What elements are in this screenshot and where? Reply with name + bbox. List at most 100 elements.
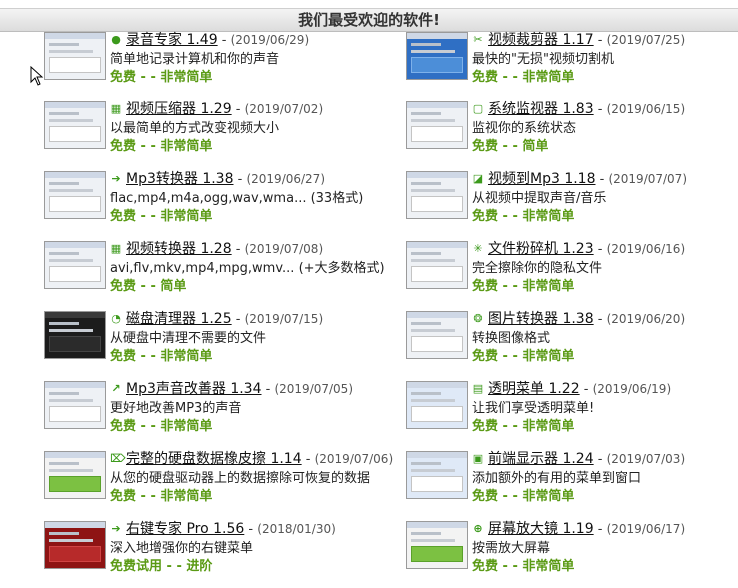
disk-clean-icon: ◔ [111, 312, 121, 325]
eraser-icon: ⌦ [110, 452, 126, 465]
software-screenshot[interactable] [406, 241, 468, 289]
software-link[interactable]: 视频转换器 1.28 [126, 241, 232, 257]
software-screenshot[interactable] [44, 381, 106, 429]
price-difficulty: 免费 - - 非常简单 [472, 279, 575, 294]
software-title: 屏幕放大镜 1.19 - (2019/06/17) [488, 521, 686, 537]
software-screenshot[interactable] [406, 311, 468, 359]
software-item: ● 录音专家 1.49 - (2019/06/29) 简单地记录计算机和你的声音 免费… [44, 32, 404, 98]
software-link[interactable]: 右键专家 Pro 1.56 [126, 521, 244, 537]
software-screenshot[interactable] [44, 311, 106, 359]
monitor-icon: ▢ [472, 102, 484, 115]
software-link[interactable]: 文件粉碎机 1.23 [488, 241, 594, 257]
shred-icon: ✳ [473, 242, 483, 255]
software-screenshot[interactable] [406, 32, 468, 80]
software-screenshot[interactable] [44, 451, 106, 499]
image-convert-icon: ❂ [473, 312, 483, 325]
software-title: 文件粉碎机 1.23 - (2019/06/16) [488, 241, 686, 257]
release-date: (2018/01/30) [257, 522, 336, 536]
software-description: 从硬盘中清理不需要的文件 [110, 331, 267, 346]
software-link[interactable]: Mp3转换器 1.38 [126, 171, 234, 187]
cut-icon: ✂ [473, 33, 483, 46]
software-title: 前端显示器 1.24 - (2019/07/03) [488, 451, 686, 467]
release-date: (2019/07/08) [244, 242, 324, 256]
price-difficulty: 免费 - - 非常简单 [110, 70, 213, 85]
software-item: ➔ Mp3转换器 1.38 - (2019/06/27) flac,mp4,m4a,… [44, 171, 404, 237]
release-date: (2019/07/06) [314, 452, 394, 466]
software-description: 从您的硬盘驱动器上的数据擦除可恢复的数据 [110, 471, 371, 486]
price-difficulty: 免费 - - 简单 [472, 139, 549, 154]
software-screenshot[interactable] [44, 101, 106, 149]
price-difficulty: 免费 - - 非常简单 [472, 349, 575, 364]
release-date: (2019/06/29) [230, 33, 310, 47]
software-link[interactable]: 视频裁剪器 1.17 [488, 32, 594, 48]
price-difficulty: 免费 - - 非常简单 [110, 419, 213, 434]
price-difficulty: 免费 - - 非常简单 [110, 489, 213, 504]
right-click-icon: ➔ [111, 522, 121, 535]
software-screenshot[interactable] [44, 521, 106, 569]
software-link[interactable]: 磁盘清理器 1.25 [126, 311, 232, 327]
software-link[interactable]: 视频到Mp3 1.18 [488, 171, 596, 187]
software-description: flac,mp4,m4a,ogg,wav,wma... (33格式) [110, 191, 364, 206]
software-link[interactable]: Mp3声音改善器 1.34 [126, 381, 262, 397]
software-title: 系统监视器 1.83 - (2019/06/15) [488, 101, 686, 117]
software-link[interactable]: 视频压缩器 1.29 [126, 101, 232, 117]
software-screenshot[interactable] [406, 171, 468, 219]
software-title: Mp3声音改善器 1.34 - (2019/07/05) [126, 381, 353, 397]
software-title: 视频转换器 1.28 - (2019/07/08) [126, 241, 324, 257]
convert-icon: ◪ [472, 172, 484, 185]
software-item: ❂ 图片转换器 1.38 - (2019/06/20) 转换图像格式 免费 - - 非… [406, 311, 738, 377]
release-date: (2019/07/15) [244, 312, 324, 326]
software-item: ▢ 系统监视器 1.83 - (2019/06/15) 监视你的系统状态 免费 - -… [406, 101, 738, 167]
software-item: ▦ 视频压缩器 1.29 - (2019/07/02) 以最简单的方式改变视频大小免… [44, 101, 404, 167]
software-item: ▦ 视频转换器 1.28 - (2019/07/08) avi,flv,mkv,mp… [44, 241, 404, 307]
release-date: (2019/06/16) [606, 242, 686, 256]
software-link[interactable]: 完整的硬盘数据橡皮擦 1.14 [126, 451, 302, 467]
price-difficulty: 免费 - - 非常简单 [110, 139, 213, 154]
software-link[interactable]: 透明菜单 1.22 [488, 381, 580, 397]
software-screenshot[interactable] [406, 381, 468, 429]
software-title: 视频到Mp3 1.18 - (2019/07/07) [488, 171, 687, 187]
price-difficulty: 免费试用 - - 进阶 [110, 559, 213, 574]
software-title: 透明菜单 1.22 - (2019/06/19) [488, 381, 672, 397]
software-screenshot[interactable] [44, 241, 106, 289]
release-date: (2019/07/07) [608, 172, 687, 186]
software-item: ↗ Mp3声音改善器 1.34 - (2019/07/05) 更好地改善MP3的声音… [44, 381, 404, 447]
software-screenshot[interactable] [406, 521, 468, 569]
software-description: 转换图像格式 [472, 331, 551, 346]
software-description: 最快的"无损"视频切割机 [472, 52, 614, 67]
release-date: (2019/06/20) [606, 312, 686, 326]
software-item: ◪ 视频到Mp3 1.18 - (2019/07/07) 从视频中提取声音/音乐 免费… [406, 171, 738, 237]
release-date: (2019/06/15) [606, 102, 686, 116]
software-title: 右键专家 Pro 1.56 - (2018/01/30) [126, 521, 336, 537]
price-difficulty: 免费 - - 非常简单 [472, 559, 575, 574]
software-screenshot[interactable] [44, 171, 106, 219]
software-item: ✳ 文件粉碎机 1.23 - (2019/06/16) 完全擦除你的隐私文件 免费 -… [406, 241, 738, 307]
software-item: ▣ 前端显示器 1.24 - (2019/07/03) 添加额外的有用的菜单到窗口免… [406, 451, 738, 517]
compress-icon: ▦ [110, 102, 122, 115]
software-title: 视频压缩器 1.29 - (2019/07/02) [126, 101, 324, 117]
software-screenshot[interactable] [406, 451, 468, 499]
software-link[interactable]: 屏幕放大镜 1.19 [488, 521, 594, 537]
price-difficulty: 免费 - - 非常简单 [110, 209, 213, 224]
software-description: 监视你的系统状态 [472, 121, 577, 136]
software-screenshot[interactable] [406, 101, 468, 149]
sound-improve-icon: ↗ [111, 382, 121, 395]
page-header: 我们最受欢迎的软件! [0, 8, 738, 32]
software-item: ◔ 磁盘清理器 1.25 - (2019/07/15) 从硬盘中清理不需要的文件 免费… [44, 311, 404, 377]
software-title: 完整的硬盘数据橡皮擦 1.14 - (2019/07/06) [126, 451, 394, 467]
price-difficulty: 免费 - - 非常简单 [472, 70, 575, 85]
software-link[interactable]: 图片转换器 1.38 [488, 311, 594, 327]
software-item: ▤ 透明菜单 1.22 - (2019/06/19) 让我们享受透明菜单! 免费 - … [406, 381, 738, 447]
software-link[interactable]: 前端显示器 1.24 [488, 451, 594, 467]
release-date: (2019/06/17) [606, 522, 686, 536]
record-icon: ● [111, 33, 121, 46]
software-title: 磁盘清理器 1.25 - (2019/07/15) [126, 311, 324, 327]
software-link[interactable]: 录音专家 1.49 [126, 32, 218, 48]
price-difficulty: 免费 - - 非常简单 [110, 349, 213, 364]
software-link[interactable]: 系统监视器 1.83 [488, 101, 594, 117]
software-title: 录音专家 1.49 - (2019/06/29) [126, 32, 310, 48]
software-title: Mp3转换器 1.38 - (2019/06/27) [126, 171, 325, 187]
software-screenshot[interactable] [44, 32, 106, 80]
arrow-right-icon: ➔ [111, 172, 121, 185]
price-difficulty: 免费 - - 非常简单 [472, 209, 575, 224]
